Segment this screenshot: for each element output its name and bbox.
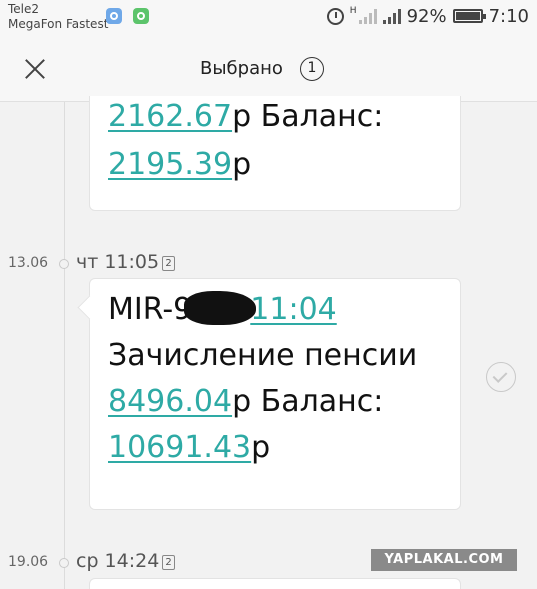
message-text: р Баланс: (232, 384, 384, 419)
timeline-dot (59, 558, 69, 568)
battery-percent: 92% (406, 5, 447, 27)
balance-link[interactable]: 2195.39 (108, 147, 232, 182)
message-text: р (251, 430, 271, 465)
message-date: 13.06 (8, 255, 49, 271)
selected-count-badge: 1 (300, 57, 324, 81)
amount-link[interactable]: 2162.67 (108, 99, 232, 134)
timeline-line (64, 102, 65, 589)
status-bar: Tele2 MegaFon Fastest H 92% 7:10 (0, 0, 537, 36)
message-date: 19.06 (8, 554, 49, 570)
message-date-row: 13.06 чт 11:05 2 (0, 251, 537, 275)
amount-link[interactable]: 8496.04 (108, 384, 232, 419)
header-title: Выбрано (200, 58, 283, 79)
watermark: YAPLAKAL.COM (371, 549, 517, 571)
status-time: 7:10 (488, 5, 529, 27)
message-text: р (232, 147, 252, 182)
message-text: р Баланс: (232, 99, 384, 134)
message-text: Зачисление пенсии (108, 338, 418, 373)
sender-prefix: MIR-9 (108, 292, 193, 327)
signal-icon-sim2 (382, 8, 401, 24)
alarm-icon (326, 7, 344, 25)
balance-link[interactable]: 10691.43 (108, 430, 251, 465)
message-line: 2195.39р (108, 142, 251, 188)
sim-icon: 2 (162, 555, 175, 570)
message-time: чт 11:05 (76, 251, 160, 273)
time-link[interactable]: 11:04 (250, 292, 336, 327)
battery-icon (452, 9, 486, 23)
select-check-icon[interactable] (486, 362, 516, 392)
carrier-name-1: Tele2 (8, 2, 40, 16)
message-bubble[interactable] (89, 578, 461, 589)
app-icon (133, 8, 149, 24)
status-icons: H 92% 7:10 (326, 4, 529, 28)
carrier-name-2: MegaFon Fastest (8, 17, 109, 31)
sim-icon: 2 (162, 256, 175, 271)
selection-header: Выбрано 1 (0, 36, 537, 102)
network-type: H (349, 6, 357, 16)
message-time: ср 14:24 (76, 550, 160, 572)
message-line: 2162.67р Баланс: (108, 94, 383, 140)
message-line: MIR-9 11:04 (108, 287, 442, 333)
redaction-mark (184, 291, 257, 325)
message-line: 8496.04р Баланс: (108, 379, 442, 425)
signal-icon-sim1 (358, 8, 377, 24)
message-bubble[interactable]: 2162.67р Баланс: 2195.39р (89, 96, 461, 211)
message-line: 10691.43р (108, 425, 442, 471)
vpn-icon (106, 8, 122, 24)
close-icon[interactable] (20, 54, 50, 84)
message-bubble-selected[interactable]: MIR-9 11:04 Зачисление пенсии 8496.04р Ба… (89, 278, 461, 510)
timeline-dot (59, 259, 69, 269)
